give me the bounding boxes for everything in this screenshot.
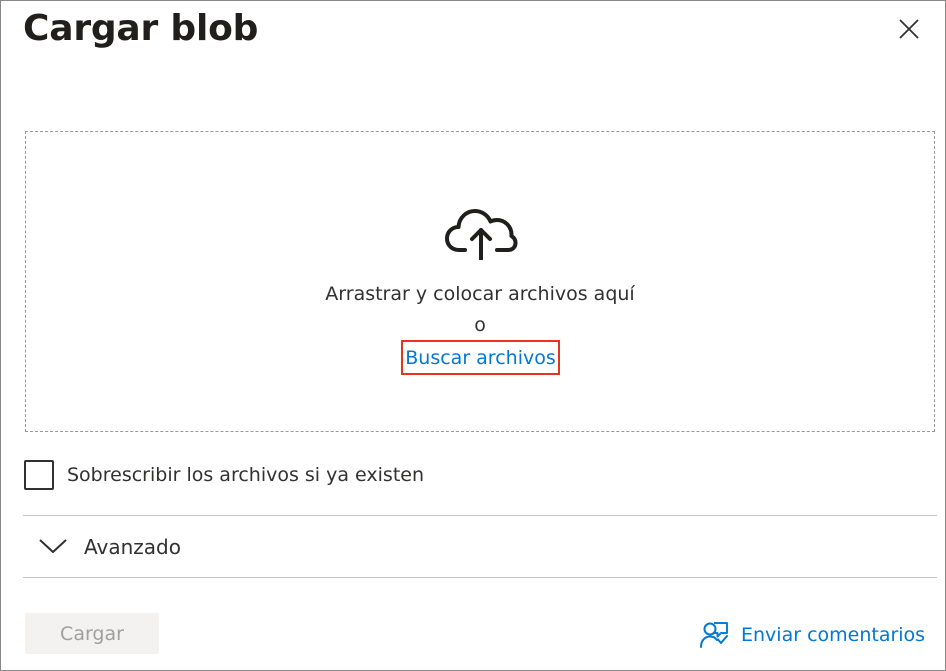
overwrite-checkbox-label: Sobrescribir los archivos si ya existen (67, 464, 425, 486)
dropzone-separator: o (474, 314, 486, 336)
upload-button[interactable]: Cargar (25, 613, 159, 654)
send-feedback-link[interactable]: Enviar comentarios (699, 619, 925, 651)
advanced-expander[interactable]: Avanzado (23, 517, 937, 577)
chevron-down-icon (39, 539, 67, 553)
browse-files-link[interactable]: Buscar archivos (401, 340, 560, 375)
close-button[interactable] (892, 12, 926, 46)
cloud-upload-icon (445, 209, 518, 260)
dropzone-instruction: Arrastrar y colocar archivos aquí (325, 283, 635, 305)
feedback-icon (700, 622, 728, 648)
divider (23, 515, 937, 516)
advanced-label: Avanzado (84, 535, 181, 559)
divider (23, 577, 937, 578)
page-title: Cargar blob (23, 8, 259, 49)
send-feedback-label: Enviar comentarios (741, 624, 926, 646)
close-icon (899, 19, 919, 39)
upload-blob-panel: Cargar blob Arrastrar y colocar archivos… (0, 0, 946, 671)
overwrite-checkbox[interactable] (24, 460, 54, 490)
